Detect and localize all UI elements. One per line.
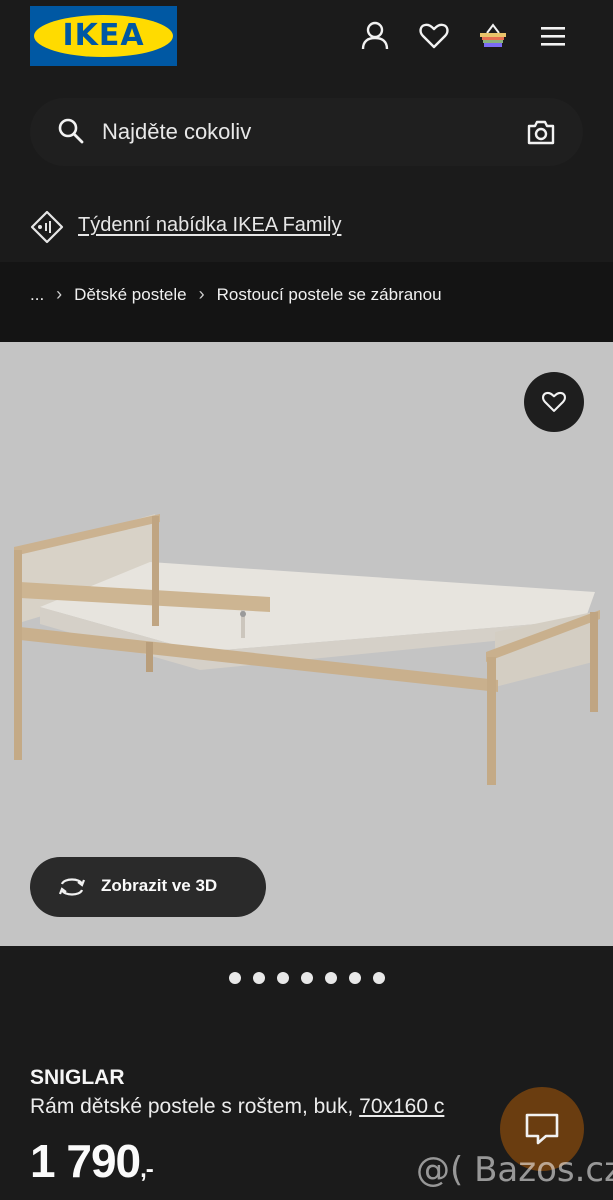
product-name: SNIGLAR (30, 1066, 125, 1089)
chevron-right-icon: › (198, 284, 205, 304)
carousel-dots (0, 972, 613, 986)
product-size-link[interactable]: 70x160 c (359, 1095, 444, 1118)
view-in-3d-label: Zobrazit ve 3D (101, 876, 218, 895)
user-icon[interactable] (359, 20, 391, 52)
product-description: Rám dětské postele s roštem, buk, 70x160… (30, 1095, 444, 1119)
product-description-text: Rám dětské postele s roštem, buk, (30, 1095, 360, 1118)
breadcrumb-more[interactable]: ... (30, 285, 44, 305)
product-price: 1 790,- (30, 1134, 154, 1188)
menu-icon[interactable] (537, 20, 569, 52)
price-value: 1 790 (30, 1135, 141, 1187)
breadcrumb-item-kids-beds[interactable]: Dětské postele (74, 285, 186, 305)
heart-icon[interactable] (418, 20, 450, 52)
breadcrumb: ... › Dětské postele › Rostoucí postele … (30, 284, 442, 305)
carousel-dot[interactable] (300, 972, 313, 984)
add-to-favourites-button[interactable] (524, 372, 584, 432)
carousel-dot[interactable] (324, 972, 337, 984)
top-header: IKEA (0, 0, 613, 72)
product-image-bed (14, 514, 600, 785)
heart-icon (542, 391, 566, 412)
chevron-right-icon: › (56, 284, 63, 304)
carousel-dot[interactable] (276, 972, 289, 984)
carousel-dot[interactable] (252, 972, 265, 984)
price-tag-icon (30, 210, 64, 244)
family-offer-link[interactable]: Týdenní nabídka IKEA Family (78, 214, 341, 237)
product-gallery[interactable]: Zobrazit ve 3D (0, 342, 613, 946)
watermark: @( Bazos.cz (416, 1150, 613, 1190)
breadcrumb-bar: ... › Dětské postele › Rostoucí postele … (0, 262, 613, 342)
chat-icon (525, 1113, 559, 1145)
logo-text: IKEA (62, 18, 145, 53)
camera-icon[interactable] (525, 116, 557, 148)
carousel-dot[interactable] (348, 972, 361, 984)
price-suffix: ,- (140, 1156, 154, 1183)
search-icon (58, 118, 84, 144)
search-bar[interactable]: Najděte cokoliv (30, 98, 583, 166)
rotate-3d-icon (58, 878, 86, 896)
carousel-dot[interactable] (228, 972, 241, 984)
breadcrumb-item-extendable-beds[interactable]: Rostoucí postele se zábranou (217, 285, 442, 305)
view-in-3d-button[interactable]: Zobrazit ve 3D (30, 857, 266, 917)
ikea-logo[interactable]: IKEA (30, 6, 177, 66)
carousel-dot[interactable] (372, 972, 385, 984)
basket-icon[interactable] (477, 20, 509, 52)
search-input[interactable]: Najděte cokoliv (102, 119, 251, 145)
